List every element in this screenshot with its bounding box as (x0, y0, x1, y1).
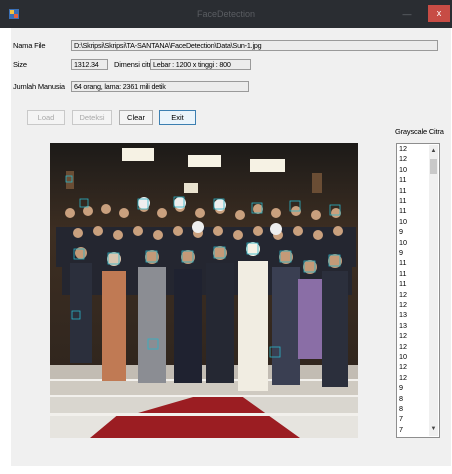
list-item[interactable]: 10 (399, 165, 407, 174)
list-item[interactable]: 11 (399, 269, 406, 278)
nama-file-field[interactable]: D:\Skripsi\Skripsi\TA-SANTANA\FaceDetect… (71, 40, 438, 51)
list-item[interactable]: 10 (399, 217, 407, 226)
list-item[interactable]: 9 (399, 227, 403, 236)
list-item[interactable]: 11 (399, 196, 406, 205)
list-item[interactable]: 12 (399, 155, 407, 163)
load-button[interactable]: Load (27, 110, 65, 125)
list-item[interactable]: 12 (399, 300, 407, 309)
scroll-thumb[interactable] (430, 159, 437, 174)
nama-file-label: Nama File (13, 41, 46, 50)
app-window: FaceDetection — x Nama File D:\Skripsi\S… (0, 0, 452, 474)
list-item[interactable]: 12 (399, 290, 407, 299)
list-item[interactable]: 12 (399, 144, 407, 153)
list-item[interactable]: 7 (399, 425, 403, 434)
title-bar[interactable]: FaceDetection — x (0, 0, 452, 28)
list-item[interactable]: 13 (399, 311, 407, 319)
list-item[interactable]: 10 (399, 238, 407, 247)
list-item[interactable]: 11 (399, 279, 406, 288)
scroll-down-arrow-icon[interactable]: ▼ (429, 425, 438, 434)
size-label: Size (13, 60, 27, 69)
list-item[interactable]: 9 (399, 248, 403, 257)
list-item[interactable]: 8 (399, 394, 403, 403)
grayscale-label: Grayscale Citra (395, 127, 444, 136)
list-item[interactable]: 12 (399, 373, 407, 382)
jumlah-field[interactable]: 64 orang, lama: 2361 mili detik (71, 81, 249, 92)
deteksi-button[interactable]: Deteksi (72, 110, 112, 125)
dimensi-label: Dimensi citra (114, 60, 155, 69)
clear-button[interactable]: Clear (119, 110, 153, 125)
scroll-up-arrow-icon[interactable]: ▲ (429, 147, 438, 156)
grayscale-listbox[interactable]: ▲ ▼ 12 12 10 11 11 11 11 10 9 10 9 11 11 11 12 12 13 13 12… (396, 143, 440, 438)
list-item[interactable]: 12 (399, 363, 407, 371)
list-item[interactable]: 11 (399, 207, 406, 215)
window-title: FaceDetection (196, 9, 256, 19)
list-item[interactable]: 8 (399, 404, 403, 413)
list-item[interactable]: 10 (399, 352, 407, 361)
size-field[interactable]: 1312.34 (71, 59, 108, 70)
list-item[interactable]: 12 (399, 342, 407, 351)
minimize-button[interactable]: — (400, 8, 414, 20)
dimensi-field[interactable]: Lebar : 1200 x tinggi : 800 (150, 59, 251, 70)
exit-button[interactable]: Exit (159, 110, 196, 125)
listbox-scrollbar[interactable]: ▲ ▼ (429, 145, 438, 436)
group-photo (50, 143, 358, 438)
list-item[interactable]: 11 (399, 175, 406, 184)
list-item[interactable]: 13 (399, 321, 407, 330)
list-item[interactable]: 11 (399, 259, 406, 267)
jumlah-label: Jumlah Manusia (13, 82, 65, 91)
close-button[interactable]: x (428, 5, 450, 22)
list-item[interactable]: 12 (399, 331, 407, 340)
list-item[interactable]: 7 (399, 415, 403, 423)
list-item[interactable]: 9 (399, 383, 403, 392)
list-item[interactable]: 11 (399, 186, 406, 195)
